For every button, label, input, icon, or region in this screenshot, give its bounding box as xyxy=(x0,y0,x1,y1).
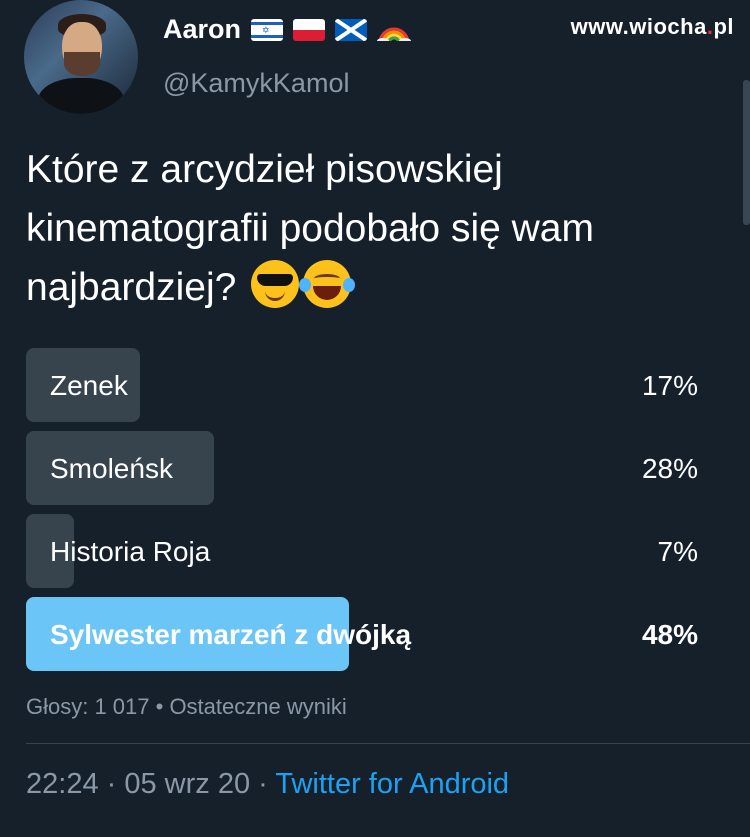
poll-option-percent: 28% xyxy=(641,453,698,484)
smiling-face-with-sunglasses-icon xyxy=(251,260,300,308)
watermark-suffix: pl xyxy=(713,14,734,39)
footer-separator: · xyxy=(98,768,125,800)
avatar-beard xyxy=(64,52,100,76)
tweet-time[interactable]: 22:24 xyxy=(26,768,99,800)
poll-option: Zenek 17% xyxy=(26,348,698,422)
tweet-date[interactable]: 05 wrz 20 xyxy=(124,768,250,800)
watermark-prefix: www.wiocha xyxy=(570,14,707,39)
poll-option-percent: 17% xyxy=(641,370,698,401)
user-name-row: Aaron ✡ xyxy=(163,14,412,45)
site-watermark: www.wiocha.pl xyxy=(571,14,734,40)
poll-option-label: Sylwester marzeń z dwójką xyxy=(50,619,412,650)
poll-option-label: Smoleńsk xyxy=(50,453,173,484)
avatar[interactable] xyxy=(24,0,138,114)
poll: Zenek 17% Smoleńsk 28% Historia Roja 7% … xyxy=(26,348,698,680)
poll-option-label: Historia Roja xyxy=(50,536,211,567)
scrollbar[interactable] xyxy=(743,80,750,225)
user-name[interactable]: Aaron xyxy=(163,14,241,45)
poll-option: Historia Roja 7% xyxy=(26,514,698,588)
scotland-flag-icon xyxy=(335,18,368,41)
israel-flag-icon: ✡ xyxy=(251,18,284,41)
poll-option: Smoleńsk 28% xyxy=(26,431,698,505)
footer-separator: · xyxy=(250,768,276,800)
poll-option-percent: 7% xyxy=(657,536,698,567)
poll-option-percent: 48% xyxy=(641,619,698,650)
face-with-tears-of-joy-icon xyxy=(299,260,356,308)
poland-flag-icon xyxy=(293,18,326,41)
poll-meta: Głosy: 1 017 • Ostateczne wyniki xyxy=(26,694,347,719)
user-handle[interactable]: @KamykKamol xyxy=(163,68,349,99)
poll-option-winner: Sylwester marzeń z dwójką 48% xyxy=(26,597,698,671)
tweet-text: Które z arcydzieł pisowskiej kinematogra… xyxy=(26,140,726,317)
poll-option-label: Zenek xyxy=(50,370,128,401)
divider xyxy=(26,743,750,744)
tweet-footer: 22:24 · 05 wrz 20 · Twitter for Android xyxy=(26,768,509,801)
tweet-source-link[interactable]: Twitter for Android xyxy=(275,768,509,800)
avatar-body xyxy=(38,78,124,114)
rainbow-icon xyxy=(377,19,412,41)
